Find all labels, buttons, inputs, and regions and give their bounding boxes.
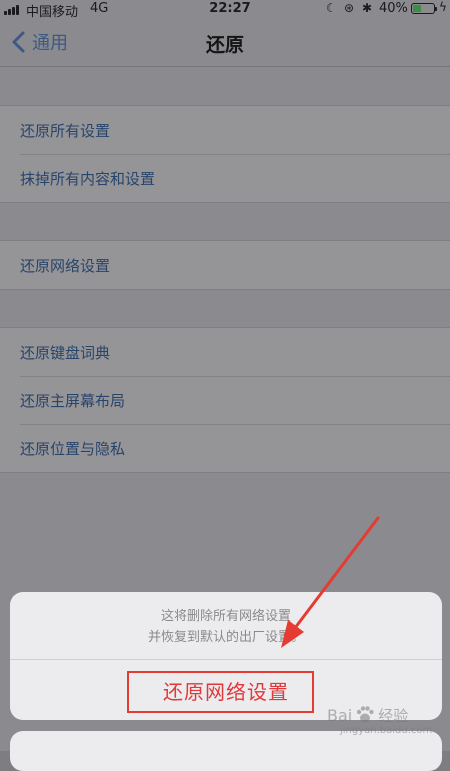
watermark-logo: Bai 经验 — [327, 704, 408, 726]
reset-settings-screen: 中国移动 4G 22:27 ☾ ⊛ ✱ 40% ϟ 通用 还原 还原所有设置 抹… — [0, 0, 450, 771]
paw-icon — [357, 706, 374, 723]
watermark-prefix: Bai — [327, 705, 353, 725]
watermark-url: jingyan.baidu.com — [340, 725, 433, 736]
watermark-suffix: 经验 — [378, 706, 409, 725]
annotation-arrow-icon — [281, 516, 380, 648]
